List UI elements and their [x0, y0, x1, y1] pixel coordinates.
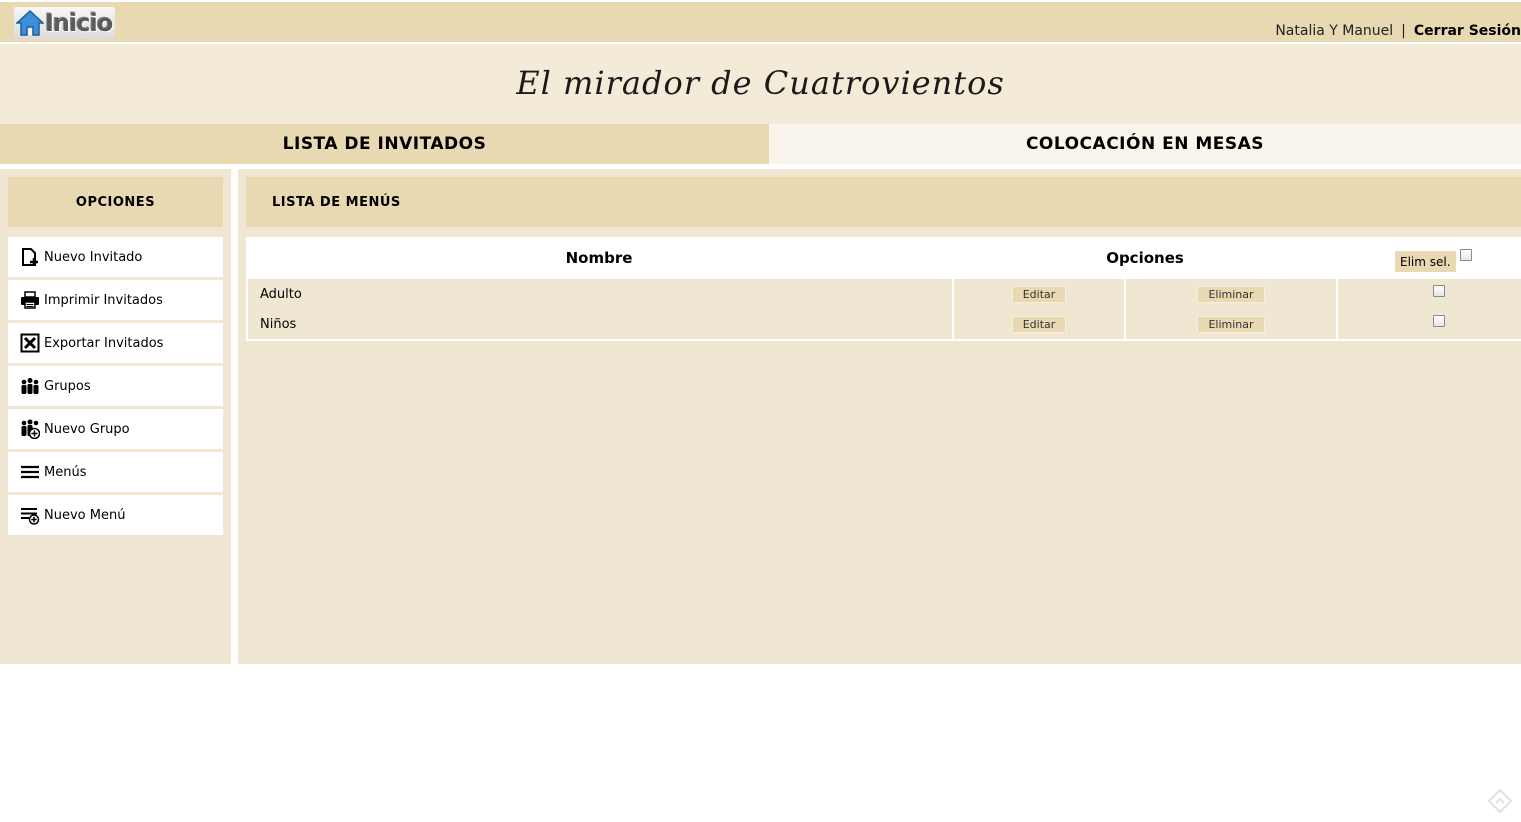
table-header: Nombre Opciones Elim sel.	[246, 237, 1521, 279]
edit-button[interactable]: Editar	[1011, 315, 1067, 333]
delete-cell: Eliminar	[1126, 309, 1336, 339]
sidebar-item-new-guest[interactable]: Nuevo Invitado	[8, 237, 223, 277]
menu-table: Nombre Opciones Elim sel. Adulto Editar …	[246, 237, 1521, 341]
sidebar-item-menus[interactable]: Menús	[8, 452, 223, 492]
sidebar: OPCIONES Nuevo Invitado Imprimir Invitad…	[0, 169, 231, 664]
sidebar-title: OPCIONES	[8, 177, 223, 227]
new-document-icon	[19, 246, 41, 268]
column-header-options: Opciones	[1106, 249, 1184, 267]
add-group-icon	[19, 418, 41, 440]
sidebar-item-print-guests[interactable]: Imprimir Invitados	[8, 280, 223, 320]
edit-cell: Editar	[954, 279, 1124, 309]
sidebar-item-new-menu[interactable]: Nuevo Menú	[8, 495, 223, 535]
edit-cell: Editar	[954, 309, 1124, 339]
sidebar-item-label: Imprimir Invitados	[44, 292, 163, 308]
column-header-name: Nombre	[565, 249, 633, 267]
sidebar-item-label: Nuevo Invitado	[44, 249, 143, 265]
sidebar-item-label: Grupos	[44, 378, 91, 394]
site-title: El mirador de Cuatrovientos	[516, 64, 1005, 102]
table-row: Niños Editar Eliminar	[248, 309, 1521, 339]
main-panel: LISTA DE MENÚS Nombre Opciones Elim sel.…	[238, 169, 1521, 664]
select-cell	[1338, 309, 1521, 339]
sidebar-item-new-group[interactable]: Nuevo Grupo	[8, 409, 223, 449]
select-cell	[1338, 279, 1521, 309]
select-all-checkbox[interactable]	[1460, 249, 1472, 261]
sidebar-item-label: Nuevo Grupo	[44, 421, 130, 437]
excel-export-icon	[19, 332, 41, 354]
menu-name: Adulto	[248, 279, 952, 309]
delete-selected-button[interactable]: Elim sel.	[1395, 251, 1456, 272]
sidebar-item-label: Nuevo Menú	[44, 507, 126, 523]
tab-guest-list[interactable]: LISTA DE INVITADOS	[0, 124, 769, 164]
menu-name: Niños	[248, 309, 952, 339]
menu-list-icon	[19, 461, 41, 483]
top-bar: Inicio Natalia Y Manuel | Cerrar Sesión	[0, 2, 1521, 42]
scroll-to-top-icon[interactable]	[1487, 788, 1513, 814]
table-row: Adulto Editar Eliminar	[248, 279, 1521, 309]
tab-table-seating[interactable]: COLOCACIÓN EN MESAS	[769, 124, 1521, 164]
sidebar-item-label: Menús	[44, 464, 87, 480]
home-label: Inicio	[45, 9, 113, 37]
group-icon	[19, 375, 41, 397]
row-checkbox[interactable]	[1433, 315, 1445, 327]
delete-button[interactable]: Eliminar	[1197, 315, 1265, 333]
user-name: Natalia Y Manuel	[1275, 23, 1394, 39]
home-button[interactable]: Inicio	[14, 7, 115, 39]
banner: El mirador de Cuatrovientos	[0, 44, 1521, 124]
sidebar-item-label: Exportar Invitados	[44, 335, 164, 351]
user-area: Natalia Y Manuel | Cerrar Sesión	[1275, 23, 1521, 39]
house-icon	[16, 9, 44, 36]
logout-link[interactable]: Cerrar Sesión	[1414, 23, 1521, 39]
page-title: LISTA DE MENÚS	[246, 177, 1521, 227]
delete-button[interactable]: Eliminar	[1197, 285, 1265, 303]
printer-icon	[19, 289, 41, 311]
user-separator: |	[1401, 23, 1406, 39]
delete-cell: Eliminar	[1126, 279, 1336, 309]
edit-button[interactable]: Editar	[1011, 285, 1067, 303]
sidebar-item-export-guests[interactable]: Exportar Invitados	[8, 323, 223, 363]
row-checkbox[interactable]	[1433, 285, 1445, 297]
add-menu-icon	[19, 504, 41, 526]
sidebar-item-groups[interactable]: Grupos	[8, 366, 223, 406]
